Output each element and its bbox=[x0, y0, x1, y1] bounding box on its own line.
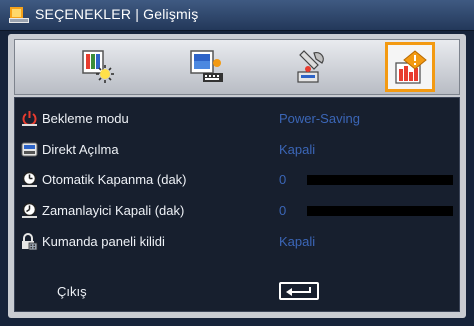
menu-item-value[interactable]: Kapali bbox=[279, 234, 315, 249]
menu-row-exit[interactable]: Çıkış bbox=[15, 280, 459, 304]
sleep-timer-slider[interactable] bbox=[307, 206, 453, 216]
options-info-icon bbox=[395, 50, 427, 84]
menu-frame: Bekleme modu Power-Saving Direkt Açılma … bbox=[8, 34, 466, 318]
menu-tab-bar bbox=[14, 39, 460, 95]
enter-key-icon[interactable] bbox=[279, 282, 319, 300]
menu-item-value[interactable]: Kapali bbox=[279, 142, 315, 157]
tab-setup[interactable] bbox=[286, 42, 336, 92]
title-bar: SEÇENEKLER | Gelişmiş bbox=[0, 0, 474, 31]
timer-icon bbox=[21, 171, 38, 188]
power-on-icon bbox=[21, 141, 38, 158]
keypad-lock-icon bbox=[21, 233, 38, 251]
menu-row-auto-power-off[interactable]: Otomatik Kapanma (dak) 0 bbox=[15, 168, 459, 192]
menu-item-label: Otomatik Kapanma (dak) bbox=[42, 172, 187, 187]
menu-item-label: Zamanlayici Kapali (dak) bbox=[42, 203, 185, 218]
tab-display[interactable] bbox=[181, 42, 231, 92]
image-settings-icon bbox=[82, 50, 114, 83]
menu-row-sleep-timer[interactable]: Zamanlayici Kapali (dak) 0 bbox=[15, 199, 459, 223]
menu-item-label: Direkt Açılma bbox=[42, 142, 119, 157]
setup-tools-icon bbox=[297, 50, 324, 83]
menu-row-standby-mode[interactable]: Bekleme modu Power-Saving bbox=[15, 107, 459, 131]
menu-item-label: Kumanda paneli kilidi bbox=[42, 234, 165, 249]
menu-item-value: 0 bbox=[279, 172, 287, 187]
menu-item-label: Bekleme modu bbox=[42, 111, 129, 126]
window-title: SEÇENEKLER | Gelişmiş bbox=[35, 6, 199, 22]
exit-label: Çıkış bbox=[57, 284, 87, 299]
menu-item-value[interactable]: Power-Saving bbox=[279, 111, 360, 126]
auto-power-off-slider[interactable] bbox=[307, 175, 453, 185]
tab-image[interactable] bbox=[73, 42, 123, 92]
display-settings-icon bbox=[190, 50, 223, 82]
power-icon bbox=[21, 110, 38, 127]
menu-row-keypad-lock[interactable]: Kumanda paneli kilidi Kapali bbox=[15, 230, 459, 254]
projector-menu-icon bbox=[9, 6, 29, 24]
tab-options[interactable] bbox=[385, 42, 435, 92]
menu-item-value: 0 bbox=[279, 203, 287, 218]
options-panel: Bekleme modu Power-Saving Direkt Açılma … bbox=[14, 97, 460, 312]
osd-menu: SEÇENEKLER | Gelişmiş Bekleme modu Power… bbox=[0, 0, 474, 326]
menu-row-direct-power-on[interactable]: Direkt Açılma Kapali bbox=[15, 138, 459, 162]
sleep-timer-icon bbox=[21, 202, 38, 219]
